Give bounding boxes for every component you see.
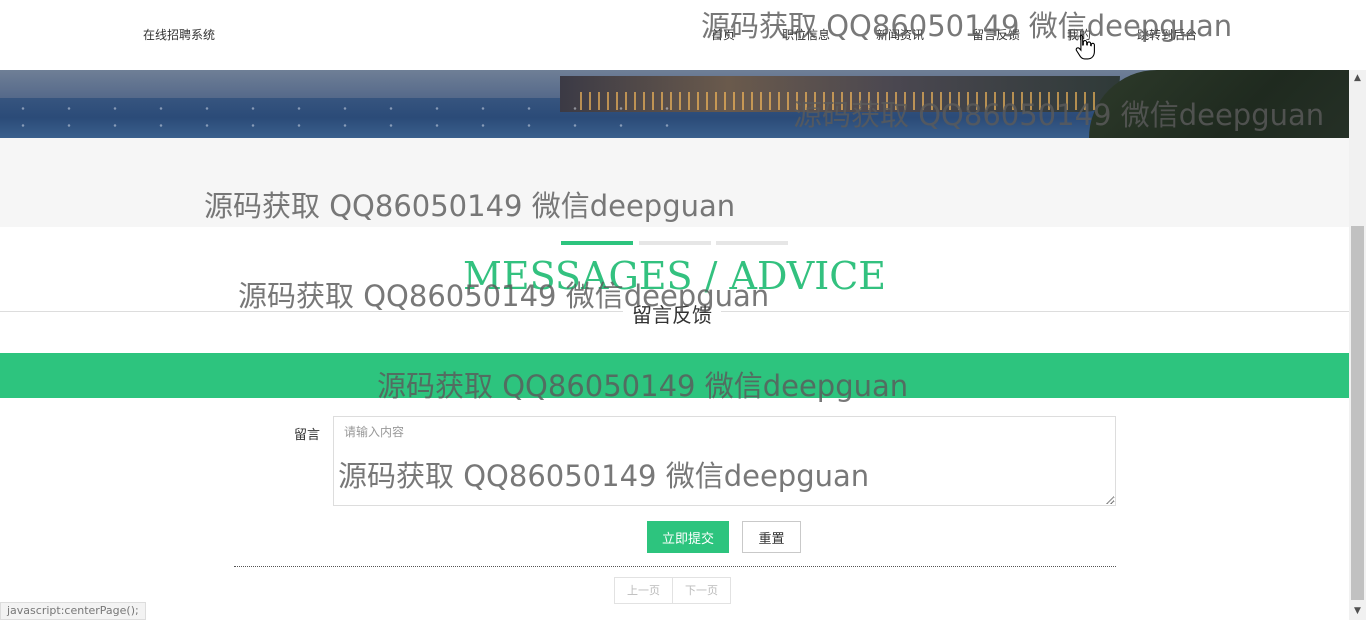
green-band (0, 353, 1349, 398)
grey-band (0, 138, 1349, 227)
title-accent-bar-active (561, 241, 633, 245)
banner-boats (0, 100, 700, 136)
scroll-up-arrow-icon[interactable]: ▲ (1349, 70, 1366, 87)
nav-item-messages[interactable]: 留言反馈 (972, 26, 1020, 43)
resize-grip-icon[interactable] (1106, 496, 1114, 504)
section-title-en: MESSAGES / ADVICE (462, 254, 887, 298)
scroll-down-arrow-icon[interactable]: ▼ (1349, 603, 1366, 620)
section-title-cn: 留言反馈 (623, 299, 721, 328)
form-divider (234, 566, 1116, 567)
scrollbar-thumb[interactable] (1351, 226, 1364, 600)
next-page-button[interactable]: 下一页 (673, 577, 731, 604)
nav-item-news[interactable]: 新闻资讯 (876, 26, 924, 43)
pagination: 上一页 下一页 (614, 577, 731, 604)
nav-item-jobs[interactable]: 职位信息 (782, 26, 830, 43)
banner-hill (1089, 70, 1349, 138)
top-navbar: 在线招聘系统 首页 职位信息 新闻资讯 留言反馈 我的 跳转到后台 (0, 0, 1349, 70)
nav-item-admin[interactable]: 跳转到后台 (1137, 26, 1197, 43)
browser-status-bar: javascript:centerPage(); (0, 602, 146, 620)
submit-button[interactable]: 立即提交 (647, 521, 729, 553)
hand-pointer-icon (1075, 34, 1095, 60)
hero-banner (0, 70, 1349, 138)
prev-page-button[interactable]: 上一页 (614, 577, 673, 604)
page: 在线招聘系统 首页 职位信息 新闻资讯 留言反馈 我的 跳转到后台 MESSAG… (0, 0, 1366, 620)
title-accent-bar (639, 241, 711, 245)
title-accent-bar (716, 241, 788, 245)
nav-item-home[interactable]: 首页 (711, 26, 735, 43)
message-textarea[interactable] (333, 416, 1116, 506)
reset-button[interactable]: 重置 (742, 521, 801, 553)
message-label: 留言 (294, 428, 321, 443)
site-title[interactable]: 在线招聘系统 (143, 26, 215, 43)
vertical-scrollbar[interactable]: ▲ ▼ (1349, 70, 1366, 620)
